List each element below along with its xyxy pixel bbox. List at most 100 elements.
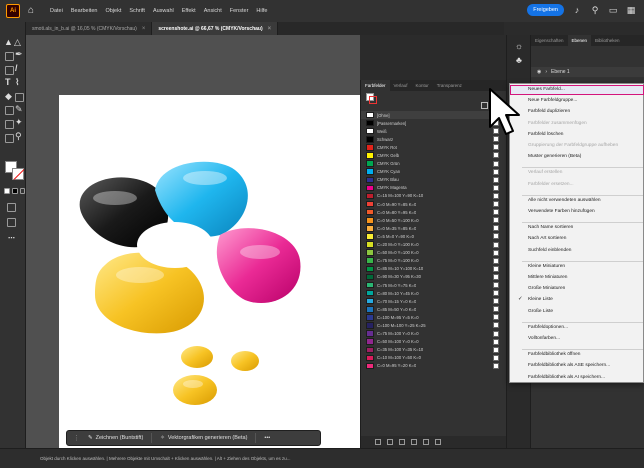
eye-icon[interactable]: ◉ [537,69,541,75]
swatch-row[interactable]: CMYK Magenta [361,184,507,192]
swatch-row[interactable]: C=75 M=0 Y=100 K=0 [361,257,507,265]
menu-window[interactable]: Fenster [230,8,249,14]
swatch-row[interactable]: [Ohne] [361,111,507,120]
swatch-row[interactable]: C=0 M=80 Y=95 K=0 [361,208,507,216]
show-kinds-icon[interactable] [387,439,393,445]
swatch-row[interactable]: C=0 M=50 Y=100 K=0 [361,216,507,224]
tab-swatches[interactable]: Farbfelder [361,80,390,91]
workspace-icon[interactable]: ▦ [626,5,636,15]
swatch-row[interactable]: C=15 M=100 Y=90 K=10 [361,192,507,200]
menu-item[interactable]: Farbfeldbibliothek öffnen [528,352,580,357]
menu-item[interactable]: Alle nicht verwendeten auswählen [528,198,601,203]
swatch-row[interactable]: CMYK Rot [361,143,507,151]
menu-item[interactable]: Kleine Liste [528,297,553,302]
symbol-sprayer-tool-icon[interactable]: ✦ [15,118,24,127]
close-icon[interactable]: × [268,26,272,32]
swatch-row[interactable]: C=50 M=0 Y=100 K=0 [361,249,507,257]
grid-view-icon[interactable] [481,102,488,109]
menu-item[interactable]: Neue Farbfeldgruppe... [528,98,577,103]
swatch-row[interactable]: C=35 M=100 Y=35 K=10 [361,346,507,354]
swatch-row[interactable]: C=100 M=95 Y=5 K=0 [361,313,507,321]
menu-item[interactable]: Farbfeldbibliothek als AI speichern... [528,375,605,380]
swatch-row[interactable]: CMYK Gelb [361,151,507,159]
close-icon[interactable]: × [142,26,146,32]
artboard-tool-icon[interactable] [5,134,14,143]
new-swatch-icon[interactable] [423,439,429,445]
menu-item[interactable]: Nach Name sortieren [528,225,573,230]
arrange-documents-icon[interactable]: ▭ [608,5,618,15]
menu-edit[interactable]: Bearbeiten [71,8,98,14]
scale-tool-icon[interactable] [5,106,14,115]
menu-object[interactable]: Objekt [105,8,121,14]
brush-tool-icon[interactable]: ⌇ [15,78,24,87]
menu-item[interactable]: Große Liste [528,309,553,314]
swatch-row[interactable]: C=0 M=35 Y=85 K=0 [361,224,507,232]
tab-properties[interactable]: Eigenschaften [531,35,568,46]
menu-item[interactable]: Kleine Miniaturen [528,264,565,269]
selection-tool-icon[interactable]: ▲ [4,38,13,47]
swatch-row[interactable]: C=80 M=10 Y=45 K=0 [361,289,507,297]
menu-item[interactable]: Muster generieren (Beta) [528,154,581,159]
fill-stroke-indicator[interactable] [366,93,377,104]
swatch-row[interactable]: Schwarz [361,135,507,143]
draw-pencil-button[interactable]: ✎ Zeichnen (Buntstift) [88,435,143,441]
pencil-tool-icon[interactable]: / [15,64,24,73]
screen-mode-icon[interactable] [7,218,16,227]
swatch-row[interactable]: C=20 M=0 Y=100 K=0 [361,241,507,249]
swatch-row[interactable]: C=85 M=10 Y=100 K=10 [361,265,507,273]
swatch-row[interactable]: CMYK Grün [361,160,507,168]
tab-stroke[interactable]: Kontur [412,80,433,91]
swatch-options-icon[interactable] [399,439,405,445]
stroke-color-swatch[interactable] [12,168,24,180]
delete-swatch-icon[interactable] [435,439,441,445]
menu-item[interactable]: Nach Art sortieren [528,236,566,241]
pen-tool-icon[interactable]: ✒ [15,50,24,59]
menu-select[interactable]: Auswahl [153,8,174,14]
swatch-row[interactable]: [Passermarken] [361,119,507,127]
drag-handle-icon[interactable]: ⋮ [73,434,80,442]
menu-item[interactable]: Farbfeldbibliothek als ASE speichern... [528,363,610,368]
swatch-row[interactable]: C=90 M=30 Y=95 K=30 [361,273,507,281]
menu-item[interactable]: Große Miniaturen [528,286,565,291]
default-colors-icon[interactable] [4,188,10,194]
menu-view[interactable]: Ansicht [204,8,222,14]
properties-icon[interactable]: ☼ [514,41,524,51]
menu-item[interactable]: Suchfeld einblenden [528,248,571,253]
eyedropper-tool-icon[interactable]: ✎ [15,105,24,114]
menu-item[interactable]: Farbfeld duplizieren [528,109,570,114]
rotate-tool-icon[interactable] [15,93,24,102]
swatch-row[interactable]: CMYK Cyan [361,168,507,176]
cmyk-flower-artwork[interactable] [45,150,345,410]
library-menu-icon[interactable] [375,439,381,445]
swatch-row[interactable]: C=100 M=100 Y=25 K=25 [361,321,507,329]
swatch-row[interactable]: CMYK Blau [361,176,507,184]
swatch-row[interactable]: C=85 M=50 Y=0 K=0 [361,305,507,313]
color-mode-icon[interactable] [12,188,18,194]
tab-libraries[interactable]: Bibliotheken [591,35,624,46]
menu-item[interactable]: Neues Farbfeld... [528,87,565,92]
drawing-modes-icon[interactable] [7,203,16,212]
eraser-tool-icon[interactable]: ◆ [5,92,14,101]
menu-item[interactable]: Farbfeldoptionen... [528,325,568,330]
shape-builder-tool-icon[interactable] [5,120,14,129]
tab-document-1[interactable]: smoti.als_in_b.ai @ 16,05 % (CMYK/Vorsch… [26,22,153,35]
swatch-row[interactable]: Weiß [361,127,507,135]
home-icon[interactable]: ⌂ [28,6,38,16]
tab-transparency[interactable]: Transparenz [433,80,466,91]
tab-gradient[interactable]: Verlauf [390,80,412,91]
more-tools-icon[interactable]: ⋯ [8,234,17,243]
swatch-row[interactable]: C=0 M=90 Y=85 K=0 [361,200,507,208]
generate-vectors-button[interactable]: ✧ Vektorgrafiken generieren (Beta) [160,435,247,441]
menu-item[interactable]: Verwendete Farben hinzufügen [528,209,595,214]
swatch-row[interactable]: C=75 M=100 Y=0 K=0 [361,330,507,338]
swatch-row[interactable]: C=75 M=0 Y=75 K=0 [361,281,507,289]
menu-type[interactable]: Schrift [129,8,145,14]
bell-icon[interactable]: ♪ [572,5,582,15]
magic-wand-tool-icon[interactable] [5,52,14,61]
none-mode-icon[interactable] [20,188,25,194]
swatch-row[interactable]: C=70 M=15 Y=0 K=0 [361,297,507,305]
direct-selection-tool-icon[interactable]: △ [14,38,23,47]
chevron-right-icon[interactable]: › [545,69,547,75]
menu-effect[interactable]: Effekt [182,8,196,14]
menu-item[interactable]: Farbfeld löschen [528,132,563,137]
